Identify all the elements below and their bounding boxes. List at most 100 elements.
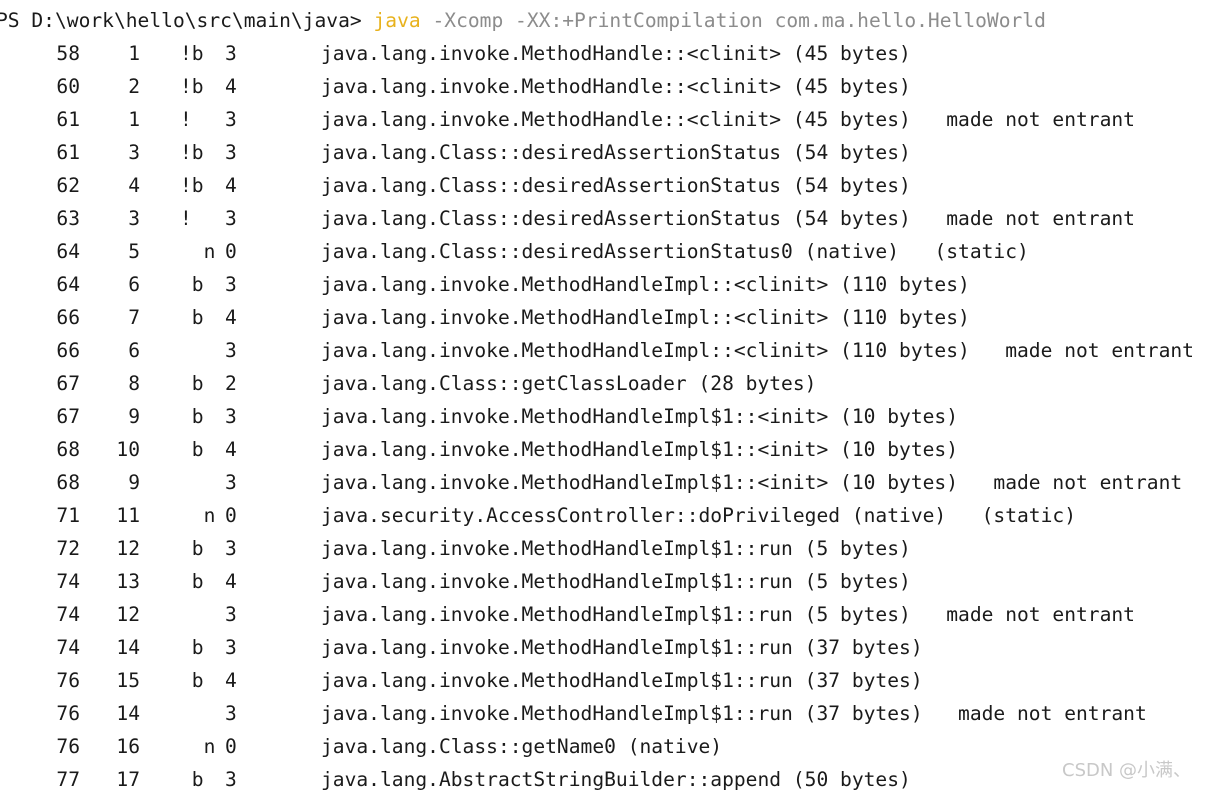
log-compile-id: 9 — [128, 405, 140, 428]
log-attributes: b — [180, 273, 204, 296]
log-note: made not entrant — [946, 603, 1135, 626]
log-compile-id: 10 — [116, 438, 140, 461]
log-compile-id: 14 — [116, 636, 140, 659]
log-method: java.lang.invoke.MethodHandleImpl::<clin… — [321, 306, 970, 329]
log-timestamp: 71 — [56, 504, 80, 527]
log-row: 66 7 b 4 java.lang.invoke.MethodHandleImpl:… — [0, 301, 1224, 334]
log-timestamp: 67 — [56, 405, 80, 428]
log-attributes: ! — [180, 108, 192, 131]
log-timestamp: 64 — [56, 273, 80, 296]
log-attributes: n — [180, 504, 216, 527]
log-timestamp: 66 — [56, 306, 80, 329]
log-method: java.lang.invoke.MethodHandleImpl$1::run… — [321, 570, 911, 593]
log-attributes: !b — [180, 42, 204, 65]
log-row: 67 8 b 2 java.lang.Class::getClassLoader (2… — [0, 367, 1224, 400]
log-method: java.lang.invoke.MethodHandle::<clinit> … — [321, 108, 911, 131]
log-note: made not entrant — [1005, 339, 1194, 362]
log-method: java.lang.Class::getName0 (native) — [321, 735, 723, 758]
log-attributes: b — [180, 405, 204, 428]
log-tier: 3 — [225, 273, 237, 296]
log-tier: 3 — [225, 108, 237, 131]
log-row: 64 5 n 0 java.lang.Class::desiredAssertionS… — [0, 235, 1224, 268]
log-method: java.lang.invoke.MethodHandle::<clinit> … — [321, 75, 911, 98]
log-tier: 3 — [225, 339, 237, 362]
log-tier: 3 — [225, 42, 237, 65]
log-row: 71 11 n 0 java.security.AccessController::d… — [0, 499, 1224, 532]
log-attributes: b — [180, 372, 204, 395]
log-compile-id: 9 — [128, 471, 140, 494]
watermark: CSDN @小满、 — [1062, 760, 1192, 781]
log-compile-id: 15 — [116, 669, 140, 692]
log-timestamp: 77 — [56, 768, 80, 791]
log-method: java.lang.invoke.MethodHandleImpl$1::<in… — [321, 471, 959, 494]
log-tier: 3 — [225, 471, 237, 494]
log-attributes: ! — [180, 207, 192, 230]
log-timestamp: 68 — [56, 471, 80, 494]
log-attributes: b — [180, 306, 204, 329]
log-timestamp: 67 — [56, 372, 80, 395]
log-timestamp: 61 — [56, 141, 80, 164]
log-method: java.lang.AbstractStringBuilder::append … — [321, 768, 911, 791]
log-note: made not entrant — [946, 207, 1135, 230]
log-method: java.lang.invoke.MethodHandleImpl$1::run… — [321, 669, 923, 692]
log-compile-id: 6 — [128, 273, 140, 296]
log-row: 66 6 3 java.lang.invoke.MethodHandleImpl::<… — [0, 334, 1224, 367]
log-method: java.lang.Class::desiredAssertionStatus … — [321, 174, 911, 197]
command-arguments: -Xcomp -XX:+PrintCompilation com.ma.hell… — [420, 9, 1046, 32]
log-tier: 3 — [225, 636, 237, 659]
log-attributes: b — [180, 537, 204, 560]
log-compile-id: 2 — [128, 75, 140, 98]
log-tier: 0 — [225, 735, 237, 758]
log-attributes: b — [180, 669, 204, 692]
log-attributes: b — [180, 438, 204, 461]
log-method: java.lang.invoke.MethodHandleImpl$1::<in… — [321, 405, 959, 428]
log-row: 74 14 b 3 java.lang.invoke.MethodHandleImpl… — [0, 631, 1224, 664]
log-timestamp: 58 — [56, 42, 80, 65]
log-timestamp: 74 — [56, 603, 80, 626]
log-note: made not entrant — [946, 108, 1135, 131]
log-compile-id: 3 — [128, 207, 140, 230]
log-attributes: n — [180, 735, 216, 758]
log-tier: 3 — [225, 207, 237, 230]
log-row: 61 1! 3 java.lang.invoke.MethodHandle::<cli… — [0, 103, 1224, 136]
log-timestamp: 63 — [56, 207, 80, 230]
log-note: made not entrant — [958, 702, 1147, 725]
log-tier: 4 — [225, 570, 237, 593]
log-compile-id: 8 — [128, 372, 140, 395]
log-method: java.lang.invoke.MethodHandleImpl$1::run… — [321, 702, 923, 725]
log-attributes: !b — [180, 75, 204, 98]
log-row: 64 6 b 3 java.lang.invoke.MethodHandleImpl:… — [0, 268, 1224, 301]
log-row: 74 12 3 java.lang.invoke.MethodHandleImpl$1… — [0, 598, 1224, 631]
log-timestamp: 74 — [56, 636, 80, 659]
log-compile-id: 4 — [128, 174, 140, 197]
log-row: 68 9 3 java.lang.invoke.MethodHandleImpl$1:… — [0, 466, 1224, 499]
log-timestamp: 68 — [56, 438, 80, 461]
log-row: 63 3! 3 java.lang.Class::desiredAssertionSt… — [0, 202, 1224, 235]
log-row: 58 1 !b 3 java.lang.invoke.MethodHandle::<cl… — [0, 37, 1224, 70]
log-timestamp: 62 — [56, 174, 80, 197]
log-attributes: b — [180, 570, 204, 593]
log-compile-id: 12 — [116, 537, 140, 560]
log-compile-id: 6 — [128, 339, 140, 362]
log-row: 74 13 b 4 java.lang.invoke.MethodHandleImpl… — [0, 565, 1224, 598]
log-method: java.lang.invoke.MethodHandleImpl::<clin… — [321, 339, 970, 362]
log-tier: 0 — [225, 504, 237, 527]
log-attributes: b — [180, 636, 204, 659]
log-method: java.lang.invoke.MethodHandleImpl$1::<in… — [321, 438, 959, 461]
log-attributes: b — [180, 768, 204, 791]
log-attributes: !b — [180, 174, 204, 197]
log-row: 61 3 !b 3 java.lang.Class::desiredAssertionS… — [0, 136, 1224, 169]
log-compile-id: 3 — [128, 141, 140, 164]
log-method: java.lang.invoke.MethodHandleImpl::<clin… — [321, 273, 970, 296]
log-attributes: !b — [180, 141, 204, 164]
log-row: 68 10 b 4 java.lang.invoke.MethodHandleImpl… — [0, 433, 1224, 466]
log-row: 72 12 b 3 java.lang.invoke.MethodHandleImpl… — [0, 532, 1224, 565]
log-compile-id: 13 — [116, 570, 140, 593]
log-compile-id: 16 — [116, 735, 140, 758]
log-timestamp: 61 — [56, 108, 80, 131]
log-compile-id: 7 — [128, 306, 140, 329]
log-method: java.lang.invoke.MethodHandleImpl$1::run… — [321, 603, 911, 626]
log-note: made not entrant — [993, 471, 1183, 494]
log-note: (static) — [981, 504, 1076, 527]
log-method: java.lang.invoke.MethodHandleImpl$1::run… — [321, 537, 911, 560]
